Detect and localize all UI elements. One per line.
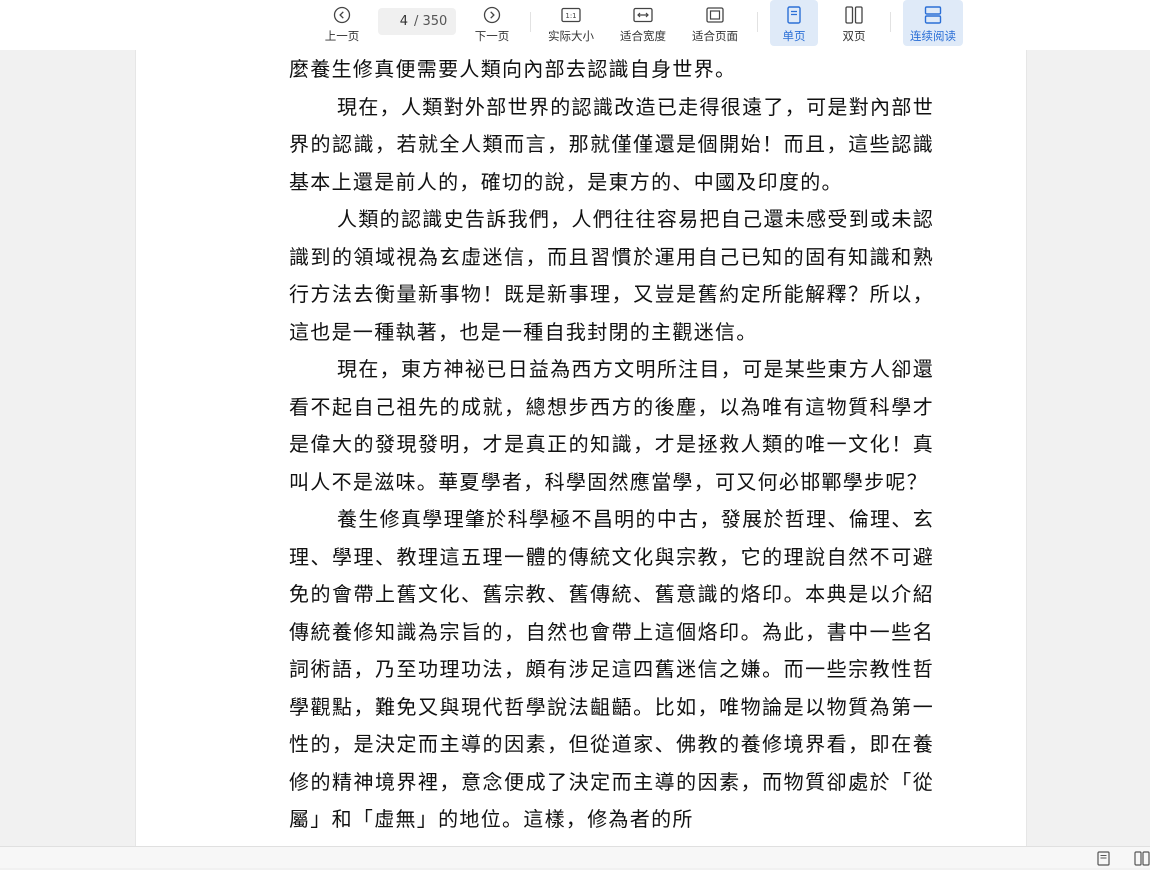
- actual-size-label: 实际大小: [548, 29, 594, 43]
- fit-width-button[interactable]: 适合宽度: [616, 0, 670, 46]
- fit-page-label: 适合页面: [692, 29, 738, 43]
- double-page-view-icon[interactable]: [1134, 851, 1150, 870]
- paragraph: 人類的認識史告訴我們，人們往往容易把自己還未感受到或未認識到的領域視為玄虛迷信，…: [289, 207, 934, 344]
- fit-width-icon: [633, 4, 653, 26]
- document-page: 麼養生修真便需要人類向內部去認識自身世界。 現在，人類對外部世界的認識改造已走得…: [135, 50, 1027, 846]
- fit-page-button[interactable]: 适合页面: [688, 0, 742, 46]
- prev-page-label: 上一页: [324, 29, 360, 43]
- actual-size-button[interactable]: 1:1 实际大小: [544, 0, 598, 46]
- toolbar: 上一页 / 350 下一页 1:1 实际大小 适合宽度 适合页面 单页: [0, 0, 1150, 50]
- chevron-left-circle-icon: [333, 4, 351, 26]
- double-page-label: 双页: [842, 29, 866, 43]
- continuous-reading-button[interactable]: 连续阅读: [903, 0, 963, 46]
- actual-size-icon: 1:1: [561, 4, 581, 26]
- page-total: / 350: [414, 14, 448, 29]
- paragraph: 麼養生修真便需要人類向內部去認識自身世界。: [289, 57, 737, 81]
- prev-page-button[interactable]: 上一页: [320, 0, 364, 46]
- paragraph: 現在，東方神祕已日益為西方文明所注目，可是某些東方人卻還看不起自己祖先的成就，總…: [289, 357, 934, 494]
- page-number-input[interactable]: [378, 14, 408, 29]
- single-page-label: 单页: [782, 29, 806, 43]
- svg-text:1:1: 1:1: [565, 12, 576, 20]
- continuous-reading-label: 连续阅读: [910, 29, 956, 43]
- fit-width-label: 适合宽度: [620, 29, 666, 43]
- toolbar-divider: [757, 12, 758, 32]
- toolbar-divider: [890, 12, 891, 32]
- continuous-scroll-icon: [924, 4, 942, 26]
- paragraph: 養生修真學理肇於科學極不昌明的中古，發展於哲理、倫理、玄理、學理、教理這五理一體…: [289, 507, 934, 831]
- status-bar: [0, 846, 1150, 868]
- next-page-label: 下一页: [474, 29, 510, 43]
- page-text: 麼養生修真便需要人類向內部去認識自身世界。 現在，人類對外部世界的認識改造已走得…: [289, 51, 934, 839]
- double-page-icon: [845, 4, 863, 26]
- toolbar-divider: [530, 12, 531, 32]
- page-number-box: / 350: [378, 8, 456, 35]
- fit-page-icon: [706, 4, 724, 26]
- chevron-right-circle-icon: [483, 4, 501, 26]
- single-page-icon: [787, 4, 801, 26]
- next-page-button[interactable]: 下一页: [470, 0, 514, 46]
- single-page-button[interactable]: 单页: [770, 0, 818, 46]
- single-page-view-icon[interactable]: [1097, 851, 1110, 870]
- paragraph: 現在，人類對外部世界的認識改造已走得很遠了，可是對內部世界的認識，若就全人類而言…: [289, 94, 934, 194]
- double-page-button[interactable]: 双页: [830, 0, 878, 46]
